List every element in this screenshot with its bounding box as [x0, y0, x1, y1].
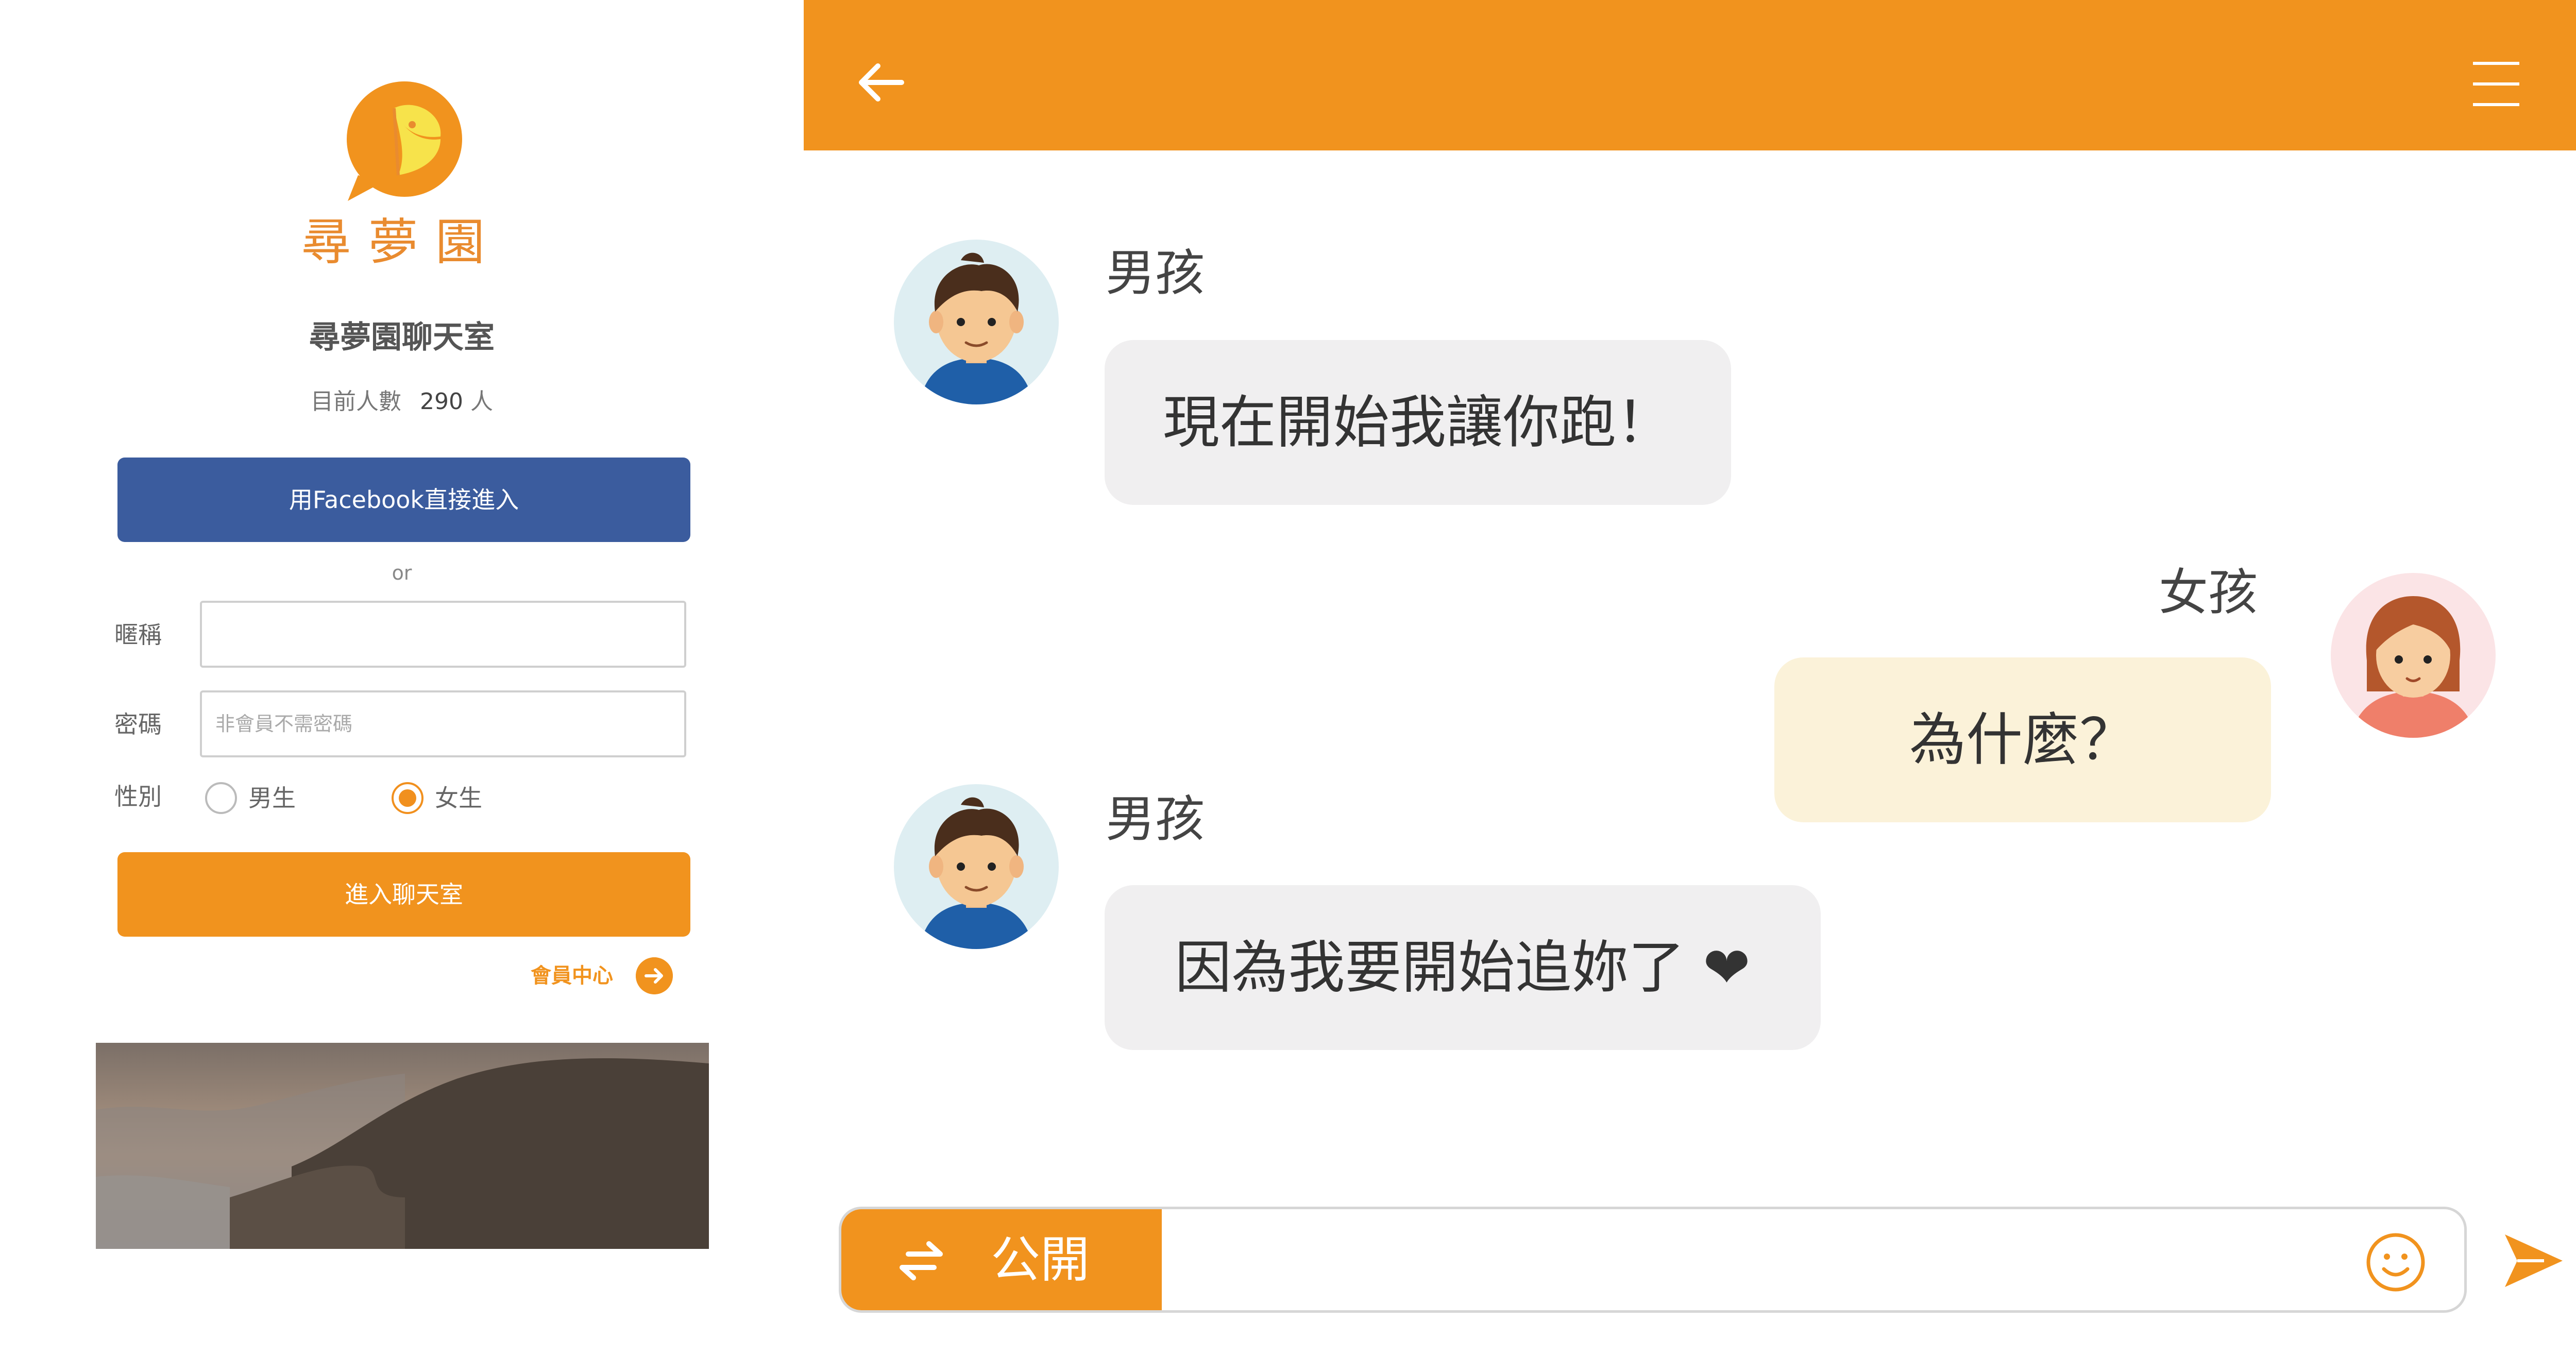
radio-button[interactable]	[205, 782, 237, 814]
back-arrow-icon[interactable]	[855, 57, 907, 108]
online-label: 目前人數	[311, 388, 401, 415]
coastline-photo	[96, 1043, 709, 1249]
channel-label: 公開	[991, 1231, 1090, 1289]
gender-radio-male[interactable]: 男生	[205, 780, 296, 816]
member-center-label: 會員中心	[531, 964, 613, 988]
message-composer: 公開	[839, 1207, 2467, 1313]
girl-avatar	[2331, 573, 2496, 738]
arrow-right-circle-icon[interactable]	[636, 957, 673, 994]
send-icon[interactable]	[2503, 1232, 2565, 1289]
message-sender-name: 男孩	[1106, 244, 1205, 302]
smiley-icon[interactable]	[2365, 1232, 2426, 1293]
boy-avatar	[894, 240, 1059, 404]
member-center-link[interactable]: 會員中心	[531, 957, 673, 994]
chat-header	[804, 0, 2576, 150]
message-bubble-received: 現在開始我讓你跑！	[1105, 340, 1731, 505]
online-unit: 人	[470, 388, 493, 415]
message-sender-name: 男孩	[1106, 790, 1205, 848]
message-bubble-sent: 為什麼？	[1774, 657, 2271, 822]
gender-option-label: 男生	[248, 784, 296, 812]
message-input[interactable]	[1171, 1220, 2098, 1300]
gender-radio-female[interactable]: 女生	[392, 780, 482, 816]
logo-text: 尋夢園	[301, 213, 502, 271]
hamburger-menu-icon[interactable]	[2473, 61, 2519, 107]
password-label: 密碼	[114, 710, 162, 738]
butterfly-logo-icon	[347, 81, 462, 201]
channel-toggle-button[interactable]: 公開	[841, 1209, 1162, 1310]
or-divider: or	[392, 562, 412, 584]
nickname-input[interactable]	[200, 601, 686, 668]
online-count-value: 290	[420, 388, 463, 415]
swap-arrows-icon	[900, 1241, 943, 1280]
radio-button-selected[interactable]	[392, 782, 423, 814]
gender-option-label: 女生	[435, 784, 482, 812]
password-input[interactable]	[200, 690, 686, 757]
gender-label: 性別	[114, 783, 162, 810]
message-bubble-received: 因為我要開始追妳了 ❤	[1105, 885, 1821, 1050]
nickname-label: 暱稱	[114, 621, 162, 649]
message-sender-name: 女孩	[2159, 564, 2258, 621]
enter-chatroom-button[interactable]: 進入聊天室	[117, 852, 690, 937]
facebook-login-button[interactable]: 用Facebook直接進入	[117, 458, 690, 542]
online-count: 目前人數 290 人	[247, 386, 556, 417]
login-panel: 尋夢園 尋夢園聊天室 目前人數 290 人 用Facebook直接進入 or 暱稱 …	[0, 0, 804, 1354]
chatroom-title: 尋夢園聊天室	[309, 319, 495, 356]
boy-avatar	[894, 784, 1059, 949]
